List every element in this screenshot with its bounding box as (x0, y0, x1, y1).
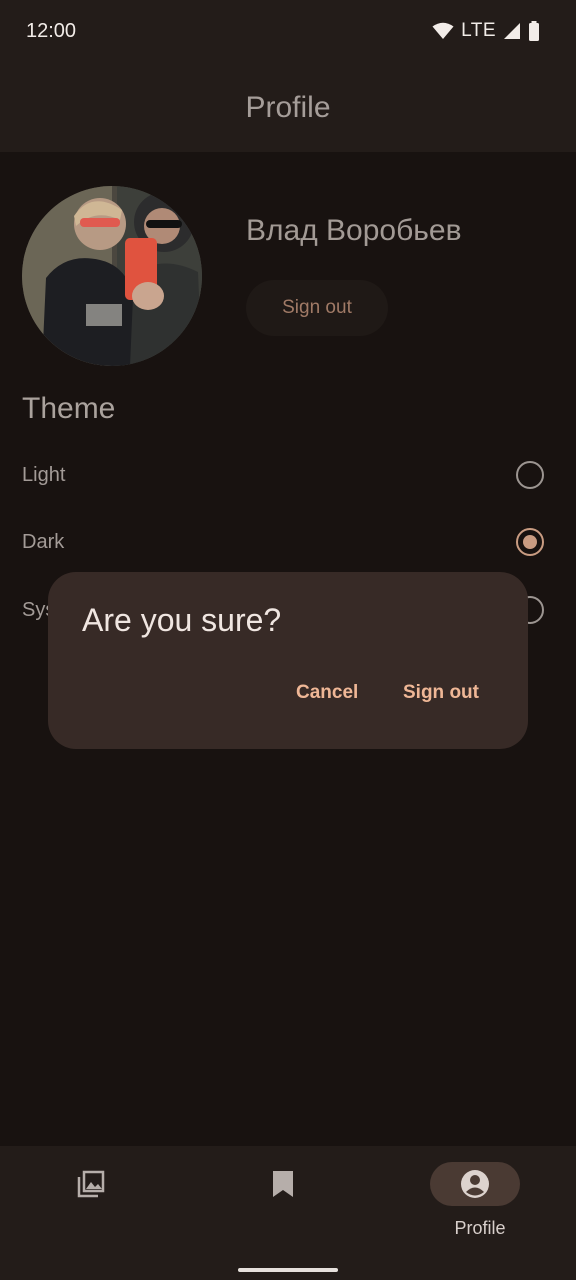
top-app-bar: Profile (0, 64, 576, 152)
user-name: Влад Воробьев (246, 214, 462, 247)
confirm-dialog: Are you sure? Cancel Sign out (48, 572, 528, 749)
account-circle-icon (461, 1170, 489, 1198)
status-icons: LTE (432, 20, 540, 42)
gesture-handle[interactable] (238, 1268, 338, 1272)
wifi-icon (432, 22, 454, 39)
nav-icon-container (238, 1162, 328, 1206)
battery-icon (529, 21, 539, 41)
nav-item-profile[interactable]: Profile (384, 1146, 576, 1256)
signal-icon (504, 23, 520, 39)
theme-option-dark[interactable]: Dark (0, 513, 576, 573)
nav-item-gallery[interactable] (0, 1146, 192, 1256)
status-time: 12:00 (26, 20, 77, 42)
nav-active-indicator (430, 1162, 520, 1206)
cancel-button[interactable]: Cancel (296, 682, 358, 704)
avatar (22, 186, 202, 366)
theme-heading: Theme (22, 392, 116, 425)
radio-dark[interactable] (516, 528, 544, 556)
status-bar: 12:00 LTE (0, 0, 576, 64)
radio-light[interactable] (516, 461, 544, 489)
sign-out-button[interactable]: Sign out (246, 280, 388, 336)
bottom-navigation: Profile (0, 1146, 576, 1280)
theme-option-label: Dark (22, 531, 65, 553)
bookmark-icon (273, 1171, 293, 1197)
nav-icon-container (46, 1162, 136, 1206)
confirm-sign-out-button[interactable]: Sign out (403, 682, 479, 704)
theme-option-light[interactable]: Light (0, 446, 576, 506)
page-title: Profile (245, 91, 331, 124)
dialog-title: Are you sure? (82, 602, 282, 638)
profile-screen: 12:00 LTE Profile Влад Воробьев Sign out… (0, 0, 576, 1280)
nav-label-profile: Profile (454, 1218, 506, 1238)
nav-item-bookmarks[interactable] (192, 1146, 384, 1256)
theme-option-label: Light (22, 464, 66, 486)
network-type: LTE (461, 20, 496, 41)
avatar-photo (22, 186, 202, 366)
photo-library-icon (77, 1170, 105, 1198)
